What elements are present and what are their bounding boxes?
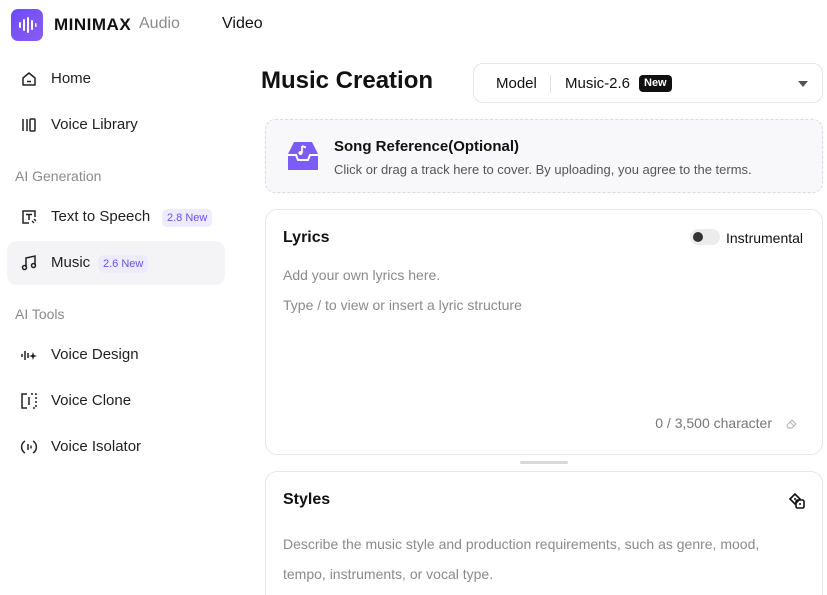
sidebar-item-label: Voice Design: [51, 346, 139, 363]
section-ai-tools: AI Tools: [15, 306, 65, 322]
model-select[interactable]: Model Music-2.6 New: [473, 63, 823, 103]
song-reference-upload[interactable]: Song Reference(Optional) Click or drag a…: [265, 119, 823, 193]
sidebar-item-label: Voice Isolator: [51, 438, 142, 455]
instrumental-toggle[interactable]: [690, 229, 720, 245]
nav-video-tab[interactable]: Video: [222, 15, 263, 33]
upload-tray-icon: [288, 142, 318, 170]
sidebar-item-label: Music: [51, 254, 91, 271]
lyrics-card: Lyrics Instrumental Add your own lyrics …: [265, 209, 823, 455]
lyrics-input[interactable]: Add your own lyrics here.: [283, 267, 440, 283]
minimax-logo-icon[interactable]: [11, 9, 43, 41]
dice-icon[interactable]: [788, 492, 806, 510]
sidebar-item-label: Voice Library: [51, 116, 138, 133]
sidebar-item-voice-library[interactable]: Voice Library: [7, 103, 225, 147]
sidebar-item-label: Voice Clone: [51, 392, 132, 409]
instrumental-label: Instrumental: [726, 230, 804, 246]
sidebar-item-label: Text to Speech: [51, 208, 151, 225]
model-new-badge: New: [639, 75, 672, 92]
sidebar-item-text-to-speech[interactable]: Text to Speech 2.8 New: [7, 195, 225, 239]
nav-audio-tab[interactable]: Audio: [139, 15, 180, 33]
lyrics-structure-hint: Type / to view or insert a lyric structu…: [283, 297, 522, 313]
library-icon: [22, 118, 36, 132]
voice-isolator-icon: [20, 440, 38, 454]
character-count: 0 / 3,500 character: [655, 415, 772, 431]
new-version-badge: 2.6 New: [98, 255, 149, 273]
music-note-icon: [21, 255, 37, 271]
sidebar-item-voice-design[interactable]: Voice Design: [7, 333, 225, 377]
sidebar-item-voice-isolator[interactable]: Voice Isolator: [7, 425, 225, 469]
home-icon: [22, 72, 36, 86]
model-divider: [550, 75, 551, 93]
styles-title: Styles: [283, 491, 331, 508]
new-version-badge: 2.8 New: [162, 209, 213, 227]
page-title: Music Creation: [261, 67, 434, 94]
resize-handle[interactable]: [520, 461, 568, 464]
voice-clone-icon: [21, 393, 37, 409]
text-to-speech-icon: [22, 210, 37, 224]
chevron-down-icon[interactable]: [798, 81, 808, 87]
toggle-knob: [693, 232, 703, 242]
section-ai-generation: AI Generation: [15, 168, 102, 184]
song-reference-title: Song Reference(Optional): [334, 138, 520, 155]
sidebar-item-voice-clone[interactable]: Voice Clone: [7, 379, 225, 423]
top-bar: MINIMAX Audio Video: [0, 0, 827, 50]
voice-design-icon: [21, 351, 37, 360]
sidebar: Home Voice Library AI Generation Text to…: [0, 56, 232, 595]
sidebar-item-home[interactable]: Home: [7, 57, 225, 101]
brand-name: MINIMAX: [54, 15, 132, 34]
model-value: Music-2.6: [565, 75, 631, 92]
lyrics-title: Lyrics: [283, 229, 330, 246]
song-reference-subtitle: Click or drag a track here to cover. By …: [334, 162, 752, 177]
sidebar-item-label: Home: [51, 70, 92, 87]
sidebar-item-music[interactable]: Music 2.6 New: [7, 241, 225, 285]
styles-input[interactable]: Describe the music style and production …: [283, 529, 783, 589]
model-label: Model: [496, 75, 537, 92]
styles-card: Styles Describe the music style and prod…: [265, 471, 823, 595]
eraser-icon[interactable]: [785, 416, 799, 430]
